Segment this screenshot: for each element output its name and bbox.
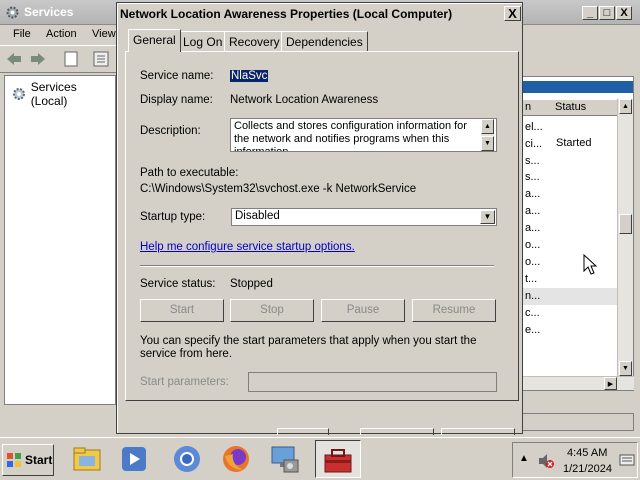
cancel-button[interactable] <box>360 428 434 435</box>
description-scrollbar[interactable]: ▲ ▼ <box>481 119 494 151</box>
close-button[interactable]: X <box>616 6 632 20</box>
description-text: Collects and stores configuration inform… <box>234 120 467 152</box>
path-label: Path to executable: <box>140 167 239 179</box>
minimize-button[interactable]: _ <box>582 6 598 20</box>
vertical-scrollbar[interactable]: ▲ ▼ <box>617 99 633 377</box>
forward-arrow-icon[interactable] <box>30 52 46 66</box>
gear-icon <box>6 6 19 19</box>
menu-view[interactable]: View <box>92 28 116 40</box>
volume-muted-icon[interactable] <box>537 452 555 470</box>
scroll-thumb[interactable] <box>619 214 632 234</box>
list-item[interactable]: a... <box>525 205 540 217</box>
pause-service-button[interactable]: Pause <box>321 299 405 322</box>
start-params-label: Start parameters: <box>140 376 229 388</box>
properties-dialog: Network Location Awareness Properties (L… <box>116 2 523 435</box>
ok-button[interactable] <box>277 428 329 435</box>
list-header-strip <box>523 81 633 93</box>
list-item[interactable]: c... <box>525 307 540 319</box>
list-item[interactable]: t... <box>525 273 537 285</box>
resume-service-button[interactable]: Resume <box>412 299 496 322</box>
clock-date[interactable]: 1/21/2024 <box>563 463 612 475</box>
start-params-help-text: You can specify the start parameters tha… <box>140 335 477 360</box>
list-item[interactable]: e... <box>525 324 540 336</box>
general-tab-panel: Service name: NlaSvc Display name: Netwo… <box>125 51 519 401</box>
service-name-value[interactable]: NlaSvc <box>230 70 269 82</box>
service-status-value: Stopped <box>230 278 273 290</box>
start-service-button[interactable]: Start <box>140 299 224 322</box>
tree-item-label: Services (Local) <box>30 80 77 108</box>
clock-time[interactable]: 4:45 AM <box>567 447 607 459</box>
description-label: Description: <box>140 125 201 137</box>
list-item[interactable]: a... <box>525 188 540 200</box>
list-item[interactable]: s... <box>525 155 540 167</box>
menu-file[interactable]: File <box>13 28 31 40</box>
tab-dependencies[interactable]: Dependencies <box>281 31 368 51</box>
list-item[interactable]: s... <box>525 171 540 183</box>
dialog-title: Network Location Awareness Properties (L… <box>120 7 453 21</box>
column-status-header[interactable]: Status <box>555 101 586 113</box>
media-player-icon[interactable] <box>117 442 151 476</box>
list-item-status: Started <box>556 137 592 149</box>
display-name-label: Display name: <box>140 94 213 106</box>
dialog-titlebar: Network Location Awareness Properties (L… <box>118 4 521 24</box>
tab-general[interactable]: General <box>128 29 181 52</box>
maximize-button[interactable]: □ <box>599 6 615 20</box>
path-value: C:\Windows\System32\svchost.exe -k Netwo… <box>140 183 417 195</box>
scroll-down-arrow[interactable]: ▼ <box>481 136 494 151</box>
scroll-up-arrow[interactable]: ▲ <box>619 99 632 114</box>
horizontal-scrollbar[interactable]: ▶ <box>522 376 634 390</box>
scroll-up-arrow[interactable]: ▲ <box>481 119 494 134</box>
status-bar <box>522 413 634 431</box>
service-name-label: Service name: <box>140 70 214 82</box>
toolbox-icon <box>324 449 352 473</box>
tab-recovery[interactable]: Recovery <box>224 31 285 51</box>
start-label: Start <box>25 453 53 467</box>
help-configure-link[interactable]: Help me configure service startup option… <box>140 241 355 253</box>
column-name-header[interactable]: n <box>525 101 531 113</box>
dialog-close-button[interactable]: X <box>504 6 521 21</box>
startup-type-value: Disabled <box>235 210 280 222</box>
scroll-down-arrow[interactable]: ▼ <box>619 361 632 376</box>
apply-button[interactable] <box>441 428 515 435</box>
list-item[interactable]: el... <box>525 121 543 133</box>
list-item[interactable]: a... <box>525 222 540 234</box>
description-textbox[interactable]: Collects and stores configuration inform… <box>230 118 497 152</box>
list-item[interactable]: n... <box>525 290 540 302</box>
keyboard-icon[interactable] <box>619 453 635 467</box>
menu-action[interactable]: Action <box>46 28 77 40</box>
start-params-input[interactable] <box>248 372 497 392</box>
taskbar: Start ▲ 4:45 AM 1/21/2024 <box>0 437 640 480</box>
tree-pane: Services (Local) <box>4 75 116 405</box>
file-explorer-icon[interactable] <box>70 442 104 476</box>
list-item[interactable]: ci... <box>525 138 542 150</box>
chevron-down-icon[interactable]: ▼ <box>480 210 495 224</box>
tab-log-on[interactable]: Log On <box>178 31 228 51</box>
tree-item-services-local[interactable]: Services (Local) <box>11 80 115 108</box>
start-button[interactable]: Start <box>2 444 54 476</box>
system-tray: ▲ 4:45 AM 1/21/2024 <box>512 442 638 478</box>
service-status-label: Service status: <box>140 278 216 290</box>
windows-logo-icon <box>7 453 21 467</box>
services-taskbar-button[interactable] <box>315 440 361 478</box>
show-tree-icon[interactable] <box>93 51 109 67</box>
stop-service-button[interactable]: Stop <box>230 299 314 322</box>
startup-type-select[interactable]: Disabled ▼ <box>231 208 497 226</box>
display-name-value: Network Location Awareness <box>230 94 379 106</box>
chrome-icon[interactable] <box>170 442 204 476</box>
toolbar <box>0 45 120 73</box>
scroll-right-arrow[interactable]: ▶ <box>604 377 617 390</box>
show-hidden-icons-icon[interactable]: ▲ <box>519 453 529 464</box>
firefox-icon[interactable] <box>219 442 253 476</box>
services-title: Services <box>24 5 74 19</box>
server-manager-icon[interactable] <box>268 442 302 476</box>
mouse-pointer-icon <box>583 254 597 275</box>
list-item[interactable]: o... <box>525 239 540 251</box>
startup-type-label: Startup type: <box>140 211 206 223</box>
gear-icon <box>13 88 25 100</box>
properties-icon[interactable] <box>64 51 78 67</box>
back-arrow-icon[interactable] <box>6 52 22 66</box>
separator <box>140 265 494 267</box>
list-item[interactable]: o... <box>525 256 540 268</box>
